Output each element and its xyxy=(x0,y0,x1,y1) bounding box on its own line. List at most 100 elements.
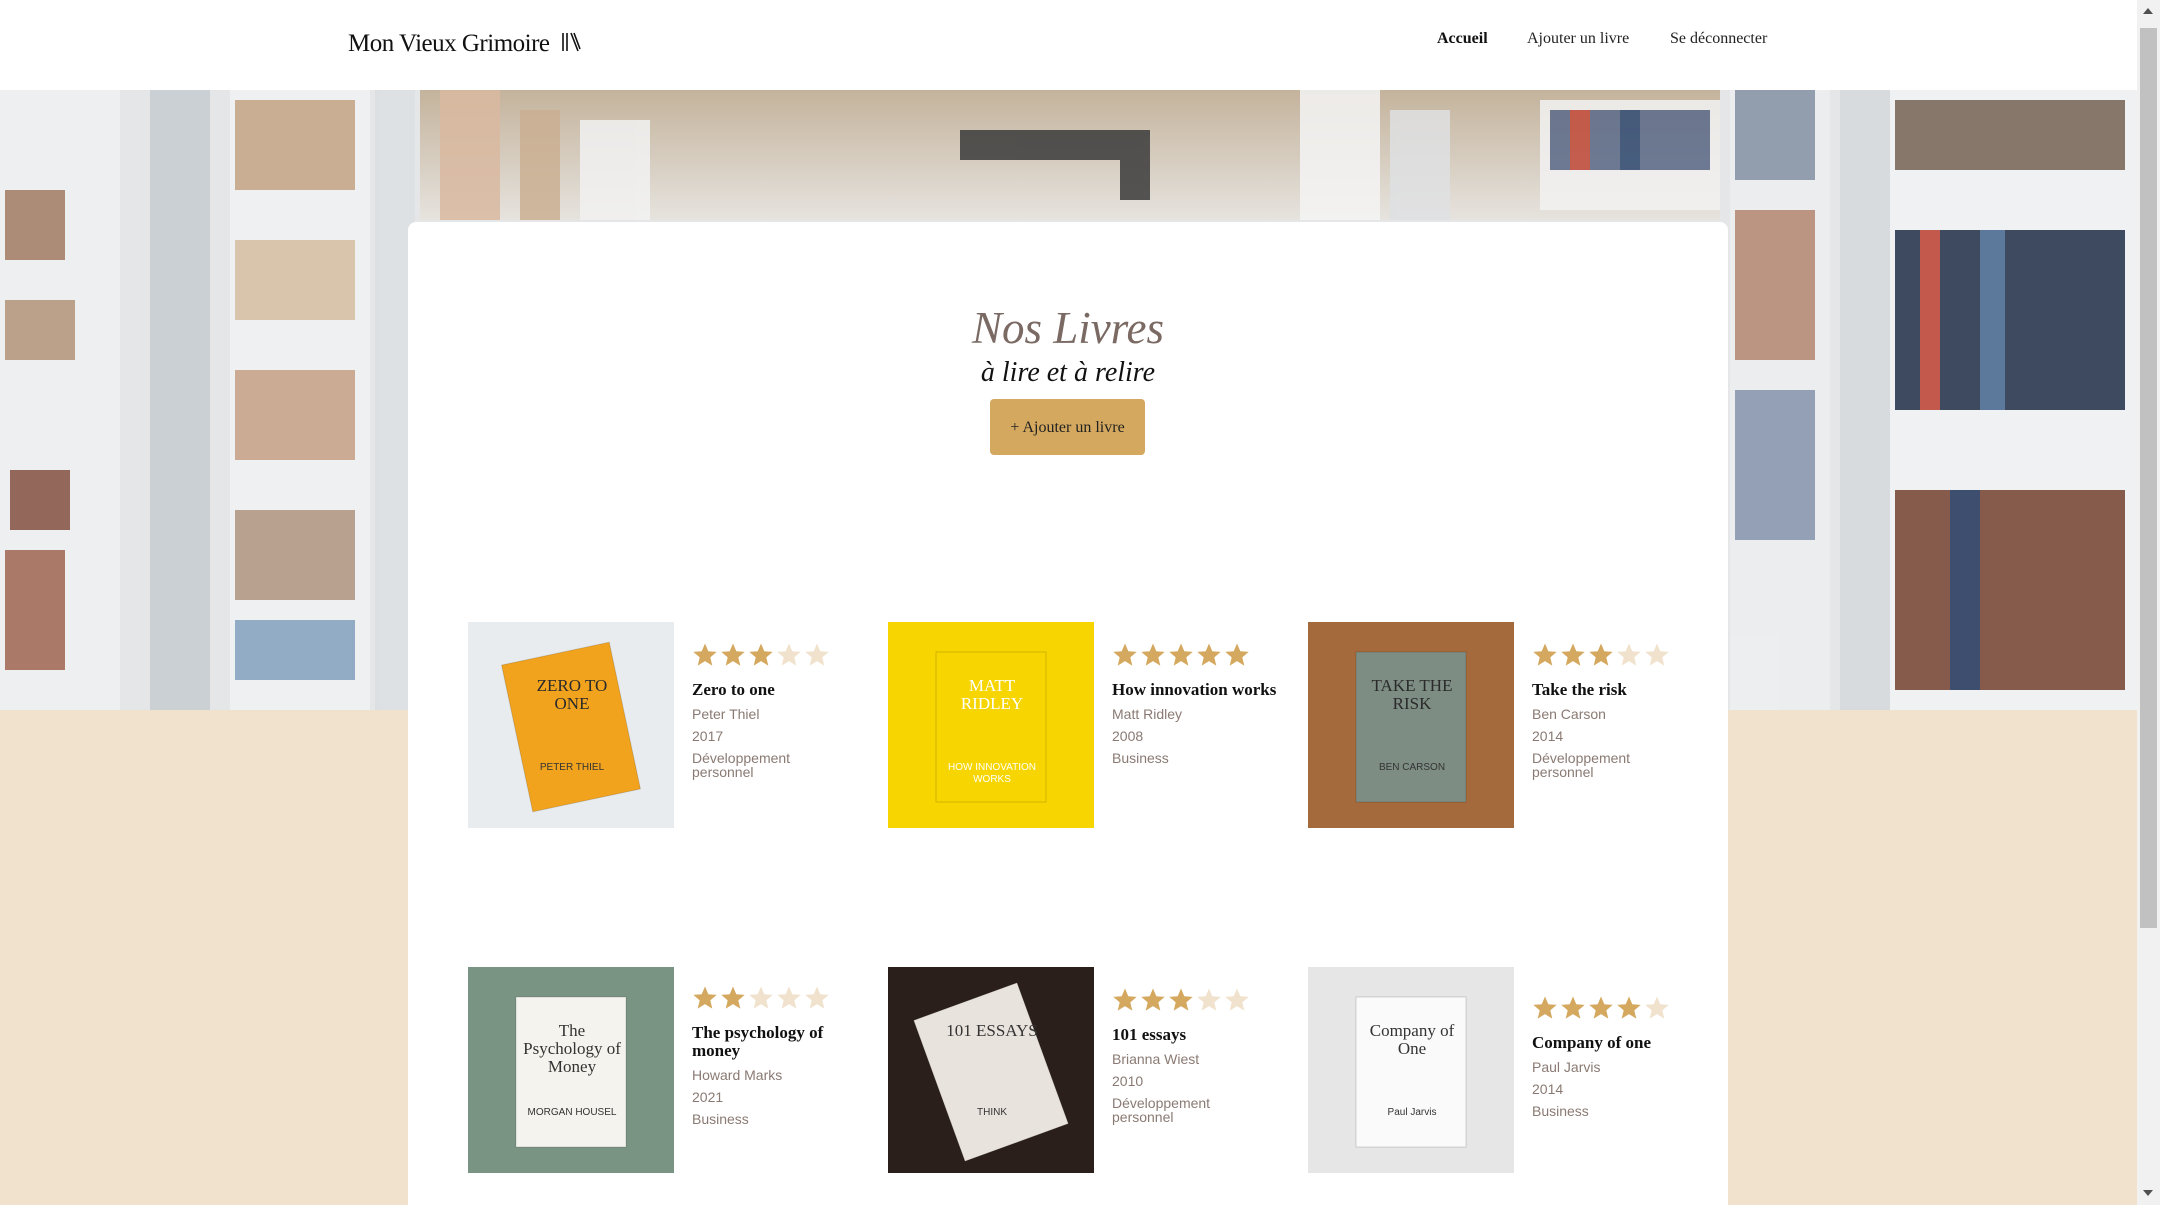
book-genre: Développement personnel xyxy=(692,750,791,780)
book-info: Company of one Paul Jarvis 2014 Business xyxy=(1532,995,1712,1118)
star-filled-icon xyxy=(693,986,717,1009)
cover-subtitle-text: THINK xyxy=(977,1107,1007,1118)
cover-subtitle-text: PETER THIEL xyxy=(539,762,605,773)
rating-stars xyxy=(692,985,872,1015)
star-filled-icon xyxy=(721,643,745,666)
star-empty-icon xyxy=(1645,996,1669,1019)
rating-stars xyxy=(1532,995,1712,1025)
star-filled-icon xyxy=(1197,643,1221,666)
book-title[interactable]: Take the risk xyxy=(1532,681,1712,699)
star-empty-icon xyxy=(1645,643,1669,666)
book-cover-image[interactable]: ZERO TO ONE PETER THIEL xyxy=(468,622,674,828)
cover-title-text: Company of One xyxy=(1369,1021,1455,1058)
book-title[interactable]: Zero to one xyxy=(692,681,872,699)
star-filled-icon xyxy=(1533,996,1557,1019)
book-card[interactable]: Company of One Paul Jarvis Company of one P… xyxy=(1308,967,1708,1177)
cover-title-text: TAKE THE RISK xyxy=(1371,676,1453,713)
book-icon xyxy=(562,32,582,52)
scroll-up-icon[interactable] xyxy=(2143,8,2153,14)
site-header: Mon Vieux Grimoire Accueil Ajouter un li… xyxy=(0,0,2137,90)
site-logo[interactable]: Mon Vieux Grimoire xyxy=(348,30,582,58)
cover-title-text: ZERO TO ONE xyxy=(536,676,608,713)
star-filled-icon xyxy=(1169,988,1193,1011)
book-cover-image[interactable]: The Psychology of Money MORGAN HOUSEL xyxy=(468,967,674,1173)
star-filled-icon xyxy=(1561,643,1585,666)
rating-stars xyxy=(1112,987,1292,1017)
book-year: 2021 xyxy=(692,1089,724,1105)
star-empty-icon xyxy=(805,986,829,1009)
star-filled-icon xyxy=(1113,988,1137,1011)
scrollbar-thumb[interactable] xyxy=(2140,28,2157,928)
book-title[interactable]: Company of one xyxy=(1532,1034,1712,1052)
nav-add-book[interactable]: Ajouter un livre xyxy=(1527,30,1629,48)
book-card[interactable]: TAKE THE RISK BEN CARSON Take the risk Ben … xyxy=(1308,622,1708,832)
star-filled-icon xyxy=(749,643,773,666)
star-empty-icon xyxy=(749,986,773,1009)
book-cover-image[interactable]: 101 ESSAYS THINK xyxy=(888,967,1094,1173)
star-filled-icon xyxy=(1561,996,1585,1019)
book-title[interactable]: How innovation works xyxy=(1112,681,1292,699)
star-empty-icon xyxy=(1617,643,1641,666)
book-info: Take the risk Ben Carson 2014 Développement… xyxy=(1532,642,1712,779)
book-year: 2014 xyxy=(1532,1081,1564,1097)
star-filled-icon xyxy=(1617,996,1641,1019)
book-card[interactable]: MATT RIDLEY HOW INNOVATION WORKS How innov… xyxy=(888,622,1288,832)
cover-subtitle-text: BEN CARSON xyxy=(1378,762,1446,773)
cover-title-text: MATT RIDLEY xyxy=(960,676,1024,713)
book-genre: Business xyxy=(692,1111,749,1127)
book-author: Paul Jarvis xyxy=(1532,1059,1601,1075)
nav-accueil[interactable]: Accueil xyxy=(1437,30,1488,48)
star-empty-icon xyxy=(1197,988,1221,1011)
star-filled-icon xyxy=(1533,643,1557,666)
star-filled-icon xyxy=(1589,996,1613,1019)
book-cover-image[interactable]: MATT RIDLEY HOW INNOVATION WORKS xyxy=(888,622,1094,828)
book-info: How innovation works Matt Ridley 2008 Busin… xyxy=(1112,642,1292,765)
star-filled-icon xyxy=(693,643,717,666)
cover-subtitle-text: Paul Jarvis xyxy=(1387,1107,1437,1118)
book-info: Zero to one Peter Thiel 2017 Développement … xyxy=(692,642,872,779)
book-author: Brianna Wiest xyxy=(1112,1051,1200,1067)
star-empty-icon xyxy=(1225,988,1249,1011)
book-info: The psychology of money Howard Marks 2021 B… xyxy=(692,985,872,1126)
book-genre: Développement personnel xyxy=(1112,1095,1211,1125)
cover-title-text: 101 ESSAYS xyxy=(946,1021,1038,1040)
nav-logout[interactable]: Se déconnecter xyxy=(1670,30,1767,48)
book-cover-image[interactable]: Company of One Paul Jarvis xyxy=(1308,967,1514,1173)
book-year: 2014 xyxy=(1532,728,1564,744)
book-author: Ben Carson xyxy=(1532,706,1606,722)
vertical-scrollbar[interactable] xyxy=(2137,0,2160,1205)
book-card[interactable]: ZERO TO ONE PETER THIEL Zero to one Peter T… xyxy=(468,622,868,832)
cover-subtitle-text: MORGAN HOUSEL xyxy=(527,1107,617,1118)
cover-title-text: The Psychology of Money xyxy=(523,1021,621,1076)
cover-subtitle-text: HOW INNOVATION WORKS xyxy=(948,762,1036,785)
rating-stars xyxy=(1112,642,1292,672)
star-empty-icon xyxy=(777,986,801,1009)
page-subtitle: à lire et à relire xyxy=(980,357,1156,388)
star-empty-icon xyxy=(805,643,829,666)
star-filled-icon xyxy=(721,986,745,1009)
star-filled-icon xyxy=(1113,643,1137,666)
book-year: 2017 xyxy=(692,728,724,744)
book-card[interactable]: The Psychology of Money MORGAN HOUSEL The … xyxy=(468,967,868,1177)
add-book-button[interactable]: + Ajouter un livre xyxy=(990,399,1145,455)
star-filled-icon xyxy=(1141,988,1165,1011)
rating-stars xyxy=(1532,642,1712,672)
book-title[interactable]: 101 essays xyxy=(1112,1026,1292,1044)
book-author: Peter Thiel xyxy=(692,706,760,722)
book-card[interactable]: 101 ESSAYS THINK 101 essays Brianna Wiest 20… xyxy=(888,967,1288,1177)
book-cover-image[interactable]: TAKE THE RISK BEN CARSON xyxy=(1308,622,1514,828)
book-title[interactable]: The psychology of money xyxy=(692,1024,872,1060)
rating-stars xyxy=(692,642,872,672)
book-info: 101 essays Brianna Wiest 2010 Développement… xyxy=(1112,987,1292,1124)
scroll-down-icon[interactable] xyxy=(2143,1190,2153,1196)
star-filled-icon xyxy=(1225,643,1249,666)
star-empty-icon xyxy=(777,643,801,666)
books-card: Nos Livres à lire et à relire + Ajouter … xyxy=(408,222,1728,1205)
book-genre: Développement personnel xyxy=(1532,750,1631,780)
star-filled-icon xyxy=(1169,643,1193,666)
book-year: 2008 xyxy=(1112,728,1144,744)
star-filled-icon xyxy=(1589,643,1613,666)
book-author: Matt Ridley xyxy=(1112,706,1183,722)
book-author: Howard Marks xyxy=(692,1067,783,1083)
book-genre: Business xyxy=(1112,750,1169,766)
